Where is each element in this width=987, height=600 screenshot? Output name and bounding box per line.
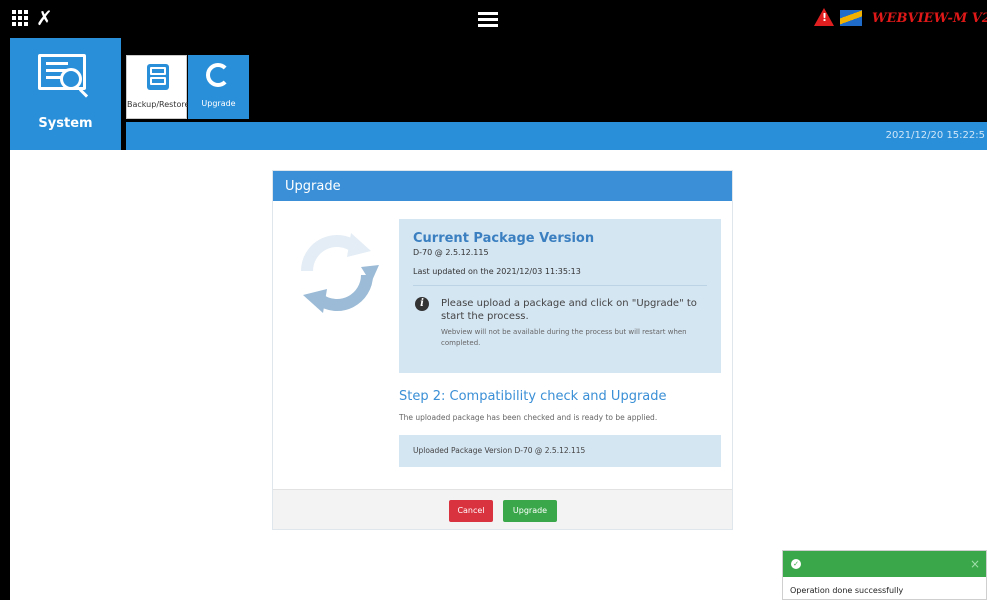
datetime: 2021/12/20 15:22:5: [885, 130, 985, 141]
cancel-button[interactable]: Cancel: [449, 500, 493, 522]
close-icon[interactable]: ×: [970, 557, 980, 571]
upload-notice: Please upload a package and click on "Up…: [441, 298, 697, 322]
menu-icon[interactable]: [478, 12, 498, 28]
main-content: Upgrade Current Package Version D-70 @ 2…: [10, 150, 987, 600]
info-icon: i: [415, 297, 429, 311]
check-icon: ✓: [791, 559, 801, 569]
tab-upgrade[interactable]: Upgrade: [188, 55, 249, 119]
uploaded-version: Uploaded Package Version D-70 @ 2.5.12.1…: [399, 435, 721, 467]
tab-upgrade-label: Upgrade: [201, 99, 236, 108]
success-toast: ✓ × Operation done successfully: [782, 550, 987, 600]
tab-backup-restore[interactable]: Backup/Restore: [126, 55, 190, 119]
last-updated: Last updated on the 2021/12/03 11:35:13: [413, 267, 581, 276]
tab-backup-restore-label: Backup/Restore: [127, 100, 190, 109]
toast-header: ✓ ×: [783, 551, 986, 577]
grid-icon[interactable]: [12, 10, 30, 28]
refresh-icon: [206, 63, 230, 87]
toast-message: Operation done successfully: [790, 586, 904, 595]
current-version-box: Current Package Version D-70 @ 2.5.12.11…: [399, 219, 721, 373]
upgrade-panel: Upgrade Current Package Version D-70 @ 2…: [272, 170, 733, 530]
divider: [413, 285, 707, 286]
current-version-heading: Current Package Version: [413, 231, 595, 246]
upgrade-button[interactable]: Upgrade: [503, 500, 557, 522]
panel-footer: Cancel Upgrade: [273, 489, 732, 529]
system-label: System: [38, 116, 93, 131]
step2-title: Step 2: Compatibility check and Upgrade: [399, 389, 667, 404]
app-title: WEBVIEW-M V2.7: [872, 11, 987, 26]
current-version-value: D-70 @ 2.5.12.115: [413, 248, 489, 257]
step2-description: The uploaded package has been checked an…: [399, 413, 658, 422]
top-bar: ✗ ! WEBVIEW-M V2.7 System Backup/Restore…: [0, 0, 987, 150]
system-tile[interactable]: System: [10, 38, 121, 150]
refresh-icon: [301, 233, 379, 313]
status-strip: 2021/12/20 15:22:5: [126, 122, 987, 150]
server-icon: [147, 64, 169, 90]
tools-icon[interactable]: ✗: [36, 8, 53, 28]
magnifier-icon: [60, 68, 82, 90]
upload-notice-sub: Webview will not be available during the…: [441, 328, 687, 347]
warning-icon[interactable]: !: [814, 8, 834, 26]
flag-icon: [840, 10, 862, 26]
panel-title: Upgrade: [273, 171, 732, 201]
